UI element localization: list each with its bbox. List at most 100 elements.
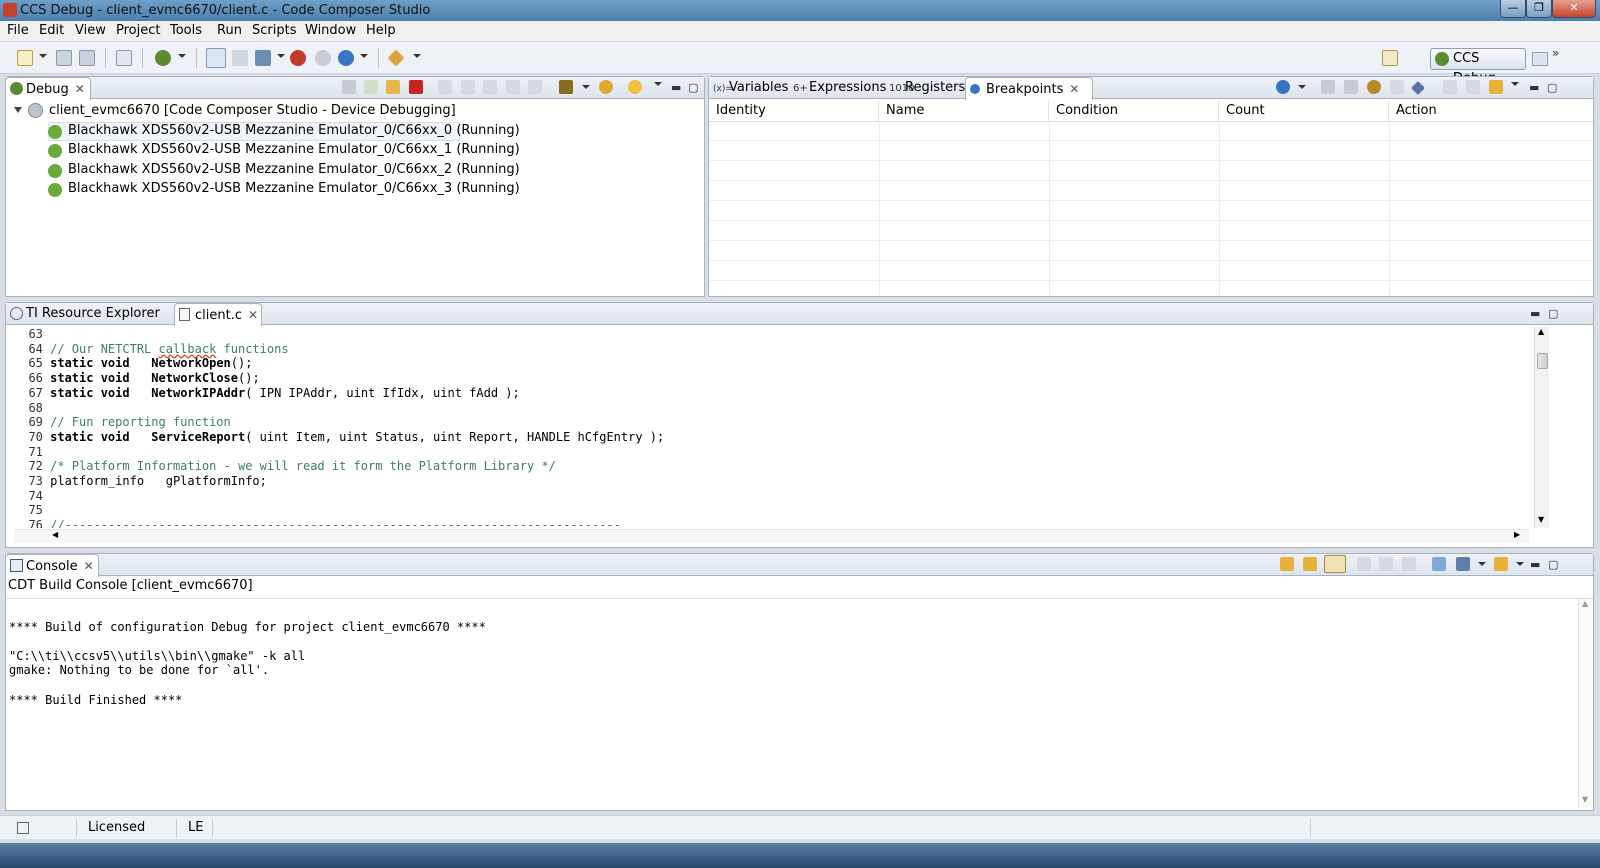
- step-return-icon[interactable]: [483, 80, 497, 94]
- minimize-view-icon[interactable]: ▬: [671, 81, 681, 94]
- menu-run[interactable]: Run: [217, 23, 242, 38]
- chevron-down-icon[interactable]: [1516, 562, 1524, 566]
- view-menu-icon[interactable]: [654, 82, 662, 86]
- tab-breakpoints[interactable]: Breakpoints ✕: [965, 77, 1093, 100]
- close-icon[interactable]: ✕: [75, 82, 85, 96]
- remove-breakpoint-icon[interactable]: [1321, 80, 1335, 94]
- cpu-reset-icon[interactable]: [559, 80, 573, 94]
- scroll-thumb[interactable]: [1537, 353, 1548, 369]
- copy-console-icon[interactable]: [1357, 557, 1371, 571]
- minimize-view-icon[interactable]: ▬: [1530, 307, 1540, 320]
- assembly-step-icon[interactable]: [506, 80, 520, 94]
- chevron-down-icon[interactable]: [413, 54, 421, 58]
- clear-console-icon[interactable]: [1402, 557, 1416, 571]
- maximize-view-icon[interactable]: ▢: [1548, 307, 1558, 320]
- tab-debug[interactable]: Debug ✕: [5, 77, 91, 100]
- maximize-view-icon[interactable]: ▢: [1547, 81, 1557, 94]
- scroll-down-icon[interactable]: ▼: [1538, 515, 1544, 524]
- close-icon[interactable]: ✕: [84, 559, 94, 573]
- perspective-edit-icon[interactable]: [1532, 52, 1548, 66]
- close-button[interactable]: ✕: [1552, 0, 1596, 18]
- save-icon[interactable]: [56, 50, 72, 66]
- console-output[interactable]: **** Build of configuration Debug for pr…: [9, 605, 1539, 805]
- collapse-all-icon[interactable]: [1466, 80, 1480, 94]
- new-breakpoint-icon[interactable]: [1276, 80, 1290, 94]
- skip-all-icon[interactable]: [1410, 80, 1426, 96]
- menu-tools[interactable]: Tools: [170, 23, 202, 38]
- restart-icon[interactable]: [315, 50, 331, 66]
- menu-scripts[interactable]: Scripts: [252, 23, 296, 38]
- perspective-ccs-debug[interactable]: CCS Debug: [1430, 48, 1526, 86]
- print-icon[interactable]: [116, 50, 132, 66]
- close-icon[interactable]: ✕: [248, 308, 258, 322]
- tree-root[interactable]: client_evmc6670 [Code Composer Studio - …: [49, 101, 456, 120]
- paste-console-icon[interactable]: [1379, 557, 1393, 571]
- goto-file-icon[interactable]: [1390, 80, 1404, 94]
- reset-icon[interactable]: [528, 80, 542, 94]
- scroll-left-icon[interactable]: ◀: [52, 530, 58, 539]
- code-editor[interactable]: 63 64 // Our NETCTRL callback functions …: [14, 327, 1529, 528]
- resume-icon[interactable]: [364, 80, 378, 94]
- tab-expressions[interactable]: 6+ Expressions: [789, 77, 892, 99]
- tree-core-2[interactable]: Blackhawk XDS560v2-USB Mezzanine Emulato…: [68, 160, 520, 179]
- remove-all-breakpoints-icon[interactable]: [1344, 80, 1358, 94]
- suspend-icon[interactable]: [386, 80, 400, 94]
- disconnect-icon[interactable]: [290, 50, 306, 66]
- expand-all-icon[interactable]: [1443, 80, 1457, 94]
- chevron-down-icon[interactable]: [1298, 85, 1306, 89]
- target-config-icon[interactable]: [206, 48, 226, 68]
- terminate-icon[interactable]: [409, 80, 423, 94]
- scroll-up-icon[interactable]: ▲: [1582, 599, 1588, 608]
- chevron-down-icon[interactable]: [360, 54, 368, 58]
- tree-core-3[interactable]: Blackhawk XDS560v2-USB Mezzanine Emulato…: [68, 179, 520, 198]
- save-all-icon[interactable]: [79, 50, 95, 66]
- breakpoint-properties-icon[interactable]: [1367, 80, 1381, 94]
- close-icon[interactable]: ✕: [1069, 82, 1079, 96]
- console-vscrollbar[interactable]: ▲ ▼: [1578, 599, 1593, 809]
- view-menu-icon[interactable]: [1511, 82, 1519, 86]
- tab-registers[interactable]: 1010 Registers: [885, 77, 971, 99]
- pin-console-icon[interactable]: [1432, 557, 1446, 571]
- chevron-down-icon[interactable]: [277, 54, 285, 58]
- maximize-view-icon[interactable]: ▢: [688, 81, 698, 94]
- menu-window[interactable]: Window: [305, 23, 356, 38]
- menu-help[interactable]: Help: [366, 23, 396, 38]
- open-perspective-icon[interactable]: [1382, 50, 1398, 66]
- link-with-debug-icon[interactable]: [1489, 80, 1503, 94]
- col-name[interactable]: Name: [879, 101, 1049, 121]
- menu-project[interactable]: Project: [116, 23, 160, 38]
- new-file-icon[interactable]: [17, 50, 33, 66]
- step-into-icon[interactable]: [438, 80, 452, 94]
- display-console-icon[interactable]: [1456, 557, 1470, 571]
- minimize-view-icon[interactable]: ▬: [1529, 81, 1539, 94]
- fast-view-icon[interactable]: [17, 822, 29, 834]
- next-error-icon[interactable]: [1280, 557, 1294, 571]
- menu-view[interactable]: View: [75, 23, 106, 38]
- minimize-view-icon[interactable]: ▬: [1530, 558, 1540, 571]
- col-action[interactable]: Action: [1389, 101, 1559, 121]
- menu-file[interactable]: File: [7, 23, 29, 38]
- load-program-icon[interactable]: [255, 50, 271, 66]
- menu-edit[interactable]: Edit: [39, 23, 64, 38]
- scroll-right-icon[interactable]: ▶: [1514, 530, 1520, 539]
- tree-core-0[interactable]: Blackhawk XDS560v2-USB Mezzanine Emulato…: [68, 121, 520, 140]
- perspective-more[interactable]: »: [1552, 46, 1559, 60]
- refresh-icon[interactable]: [628, 80, 642, 94]
- col-count[interactable]: Count: [1219, 101, 1389, 121]
- open-console-icon[interactable]: [1494, 557, 1508, 571]
- chevron-down-icon[interactable]: [582, 85, 590, 89]
- editor-vscrollbar[interactable]: ▲ ▼: [1534, 327, 1549, 528]
- chevron-down-icon[interactable]: [39, 54, 47, 58]
- remove-launch-icon[interactable]: [342, 80, 356, 94]
- col-condition[interactable]: Condition: [1049, 101, 1219, 121]
- maximize-button[interactable]: ❐: [1526, 0, 1552, 18]
- tree-expand-icon[interactable]: [14, 107, 22, 113]
- chevron-down-icon[interactable]: [1478, 562, 1486, 566]
- tree-core-1[interactable]: Blackhawk XDS560v2-USB Mezzanine Emulato…: [68, 140, 520, 159]
- editor-hscrollbar[interactable]: ◀ ▶: [14, 529, 1529, 543]
- scroll-down-icon[interactable]: ▼: [1582, 795, 1588, 804]
- run-config-icon[interactable]: [338, 50, 354, 66]
- connect-icon[interactable]: [232, 50, 248, 66]
- scroll-up-icon[interactable]: ▲: [1538, 327, 1544, 336]
- tool-icon[interactable]: [387, 49, 405, 67]
